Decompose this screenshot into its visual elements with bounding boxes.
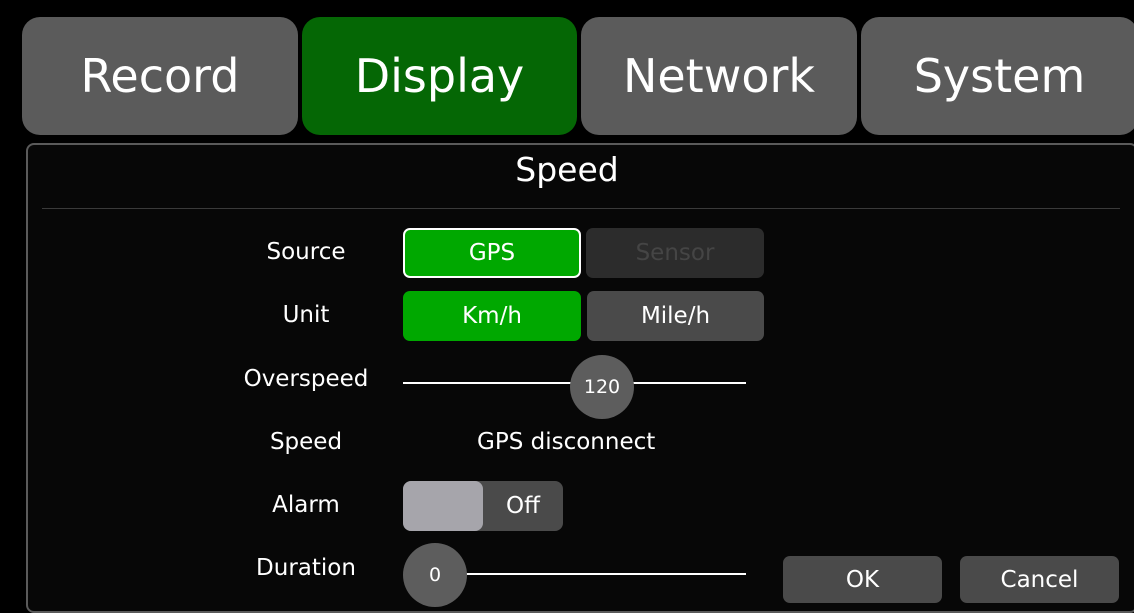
tab-display[interactable]: Display [302,17,577,135]
duration-label: Duration [256,555,356,581]
overspeed-slider-knob[interactable]: 120 [570,355,634,419]
overspeed-label: Overspeed [243,366,369,392]
alarm-label: Alarm [272,492,340,518]
alarm-toggle-state: Off [506,493,540,519]
source-sensor-button[interactable]: Sensor [586,228,764,278]
title-divider [42,208,1120,209]
ok-button[interactable]: OK [783,556,942,603]
duration-slider-track[interactable] [466,573,746,575]
unit-label: Unit [282,302,330,328]
tab-system[interactable]: System [861,17,1134,135]
tab-record[interactable]: Record [22,17,298,135]
panel-title: Speed [515,150,619,189]
alarm-toggle[interactable]: Off [403,481,563,531]
alarm-toggle-thumb [403,481,483,531]
source-gps-button[interactable]: GPS [403,228,581,278]
unit-mileh-button[interactable]: Mile/h [587,291,764,341]
cancel-button[interactable]: Cancel [960,556,1119,603]
speed-status-value: GPS disconnect [477,429,656,455]
speed-label: Speed [269,429,343,455]
source-label: Source [266,239,346,265]
unit-kmh-button[interactable]: Km/h [403,291,581,341]
duration-slider-knob[interactable]: 0 [403,543,467,607]
tab-network[interactable]: Network [581,17,857,135]
